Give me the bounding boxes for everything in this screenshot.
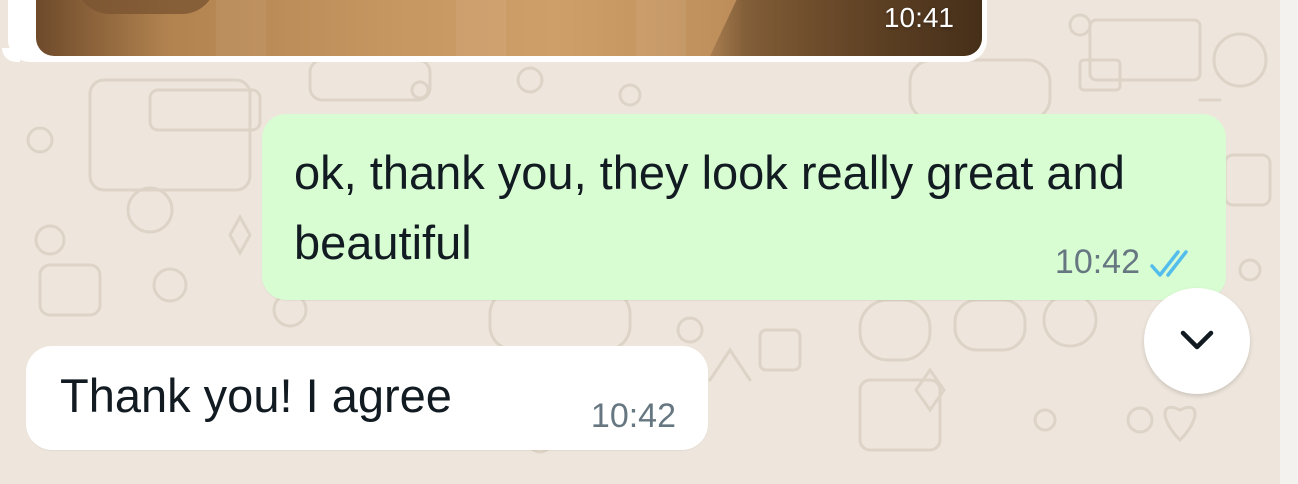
- incoming-message-bubble[interactable]: Thank you! I agree 10:42: [26, 346, 708, 450]
- message-photo[interactable]: 10:41: [36, 0, 982, 56]
- message-text: Thank you! I agree: [60, 369, 452, 422]
- scroll-to-bottom-button[interactable]: [1144, 288, 1250, 394]
- message-time: 10:42: [590, 397, 676, 435]
- chevron-down-icon: [1180, 330, 1214, 350]
- scrollbar-gutter: [1280, 0, 1298, 484]
- message-time: 10:41: [883, 2, 954, 33]
- message-meta: 10:42: [1055, 243, 1194, 282]
- image-message-bubble[interactable]: 10:41: [2, 0, 987, 62]
- double-check-read-icon: [1150, 249, 1188, 277]
- outgoing-message-bubble[interactable]: ok, thank you, they look really great an…: [262, 114, 1226, 300]
- message-time: 10:42: [1054, 243, 1140, 281]
